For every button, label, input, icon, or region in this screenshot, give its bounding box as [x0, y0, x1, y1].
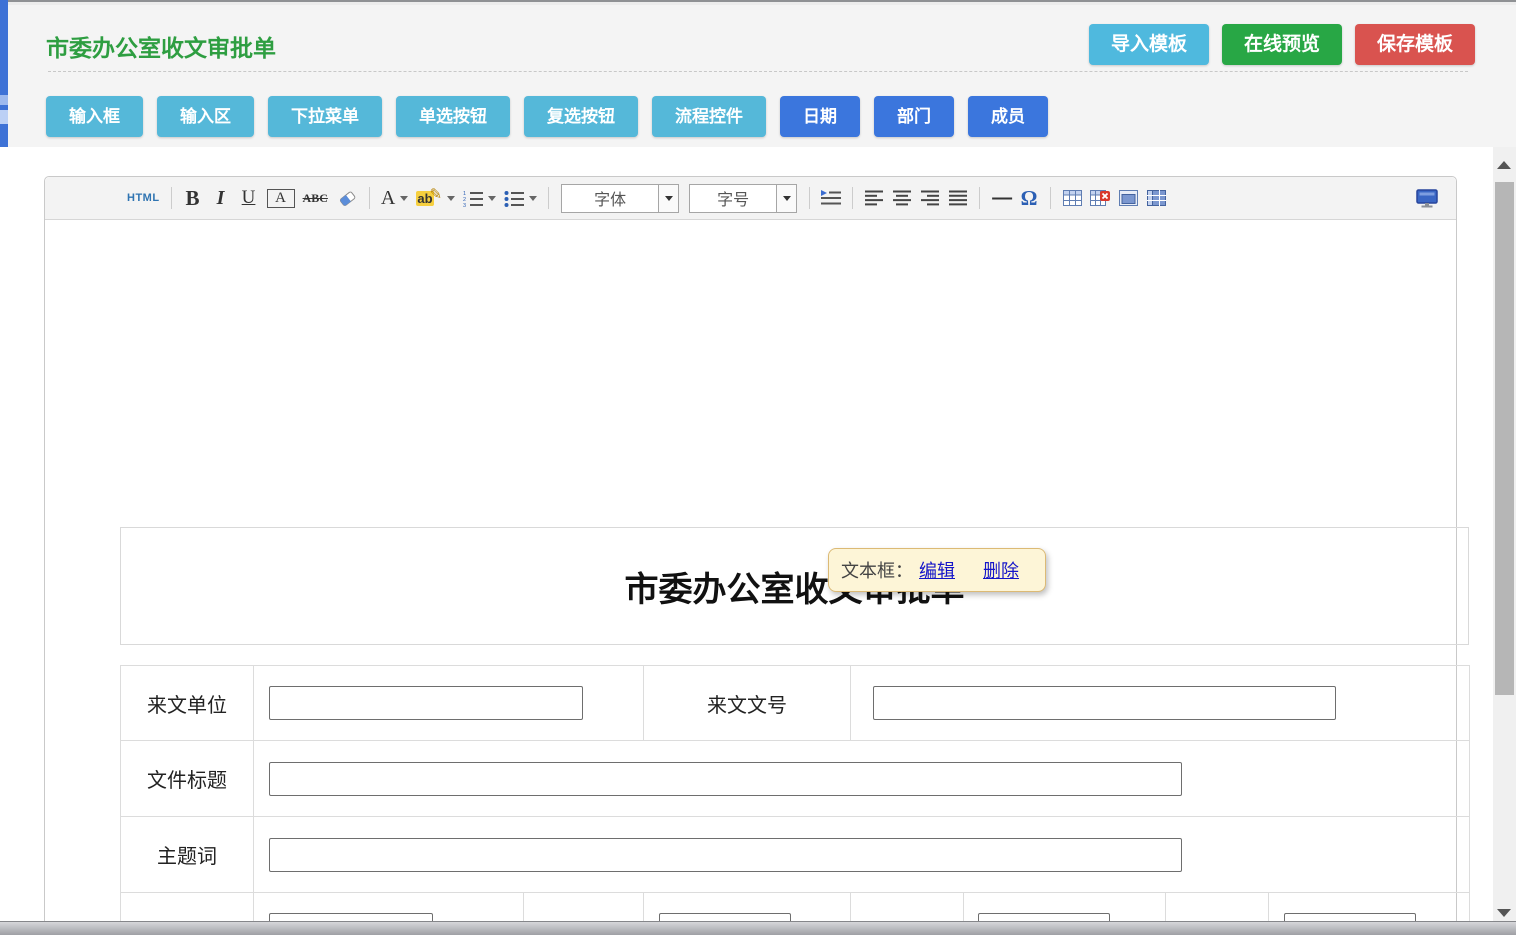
page-header: 市委办公室收文审批单 导入模板 在线预览 保存模板 输入框 输入区 下拉菜单 单… — [8, 5, 1516, 147]
rich-text-editor: HTML B I U A ABC A ab ✎ 1 2 3 — [44, 176, 1457, 935]
form-title-box: 市委办公室收文审批单 — [120, 527, 1469, 645]
toolbar-separator — [171, 187, 172, 209]
editor-toolbar: HTML B I U A ABC A ab ✎ 1 2 3 — [45, 177, 1456, 220]
toolbar-separator — [979, 187, 980, 209]
table-header-icon[interactable] — [1146, 184, 1166, 212]
add-checkbox-button[interactable]: 复选按钮 — [524, 96, 638, 137]
html-source-icon[interactable]: HTML — [127, 184, 160, 212]
chevron-down-icon[interactable] — [658, 185, 678, 212]
toolbar-separator — [369, 187, 370, 209]
doc-title-cell — [254, 741, 1470, 817]
approval-form-table: 来文单位 来文文号 文件标题 主题词 收文编号 密 — [120, 665, 1470, 935]
chevron-down-icon — [447, 196, 455, 201]
add-radio-button[interactable]: 单选按钮 — [396, 96, 510, 137]
insert-table-icon[interactable] — [1062, 184, 1082, 212]
window-top-border-light — [0, 2, 1516, 5]
fullscreen-icon[interactable] — [1416, 184, 1438, 212]
add-date-button[interactable]: 日期 — [780, 96, 860, 137]
underline-icon[interactable]: U — [239, 184, 259, 212]
doc-title-label: 文件标题 — [121, 741, 254, 817]
toolbar-separator — [809, 187, 810, 209]
source-unit-input[interactable] — [269, 686, 583, 720]
chevron-down-icon — [529, 196, 537, 201]
table-row: 主题词 — [121, 817, 1470, 893]
browser-side-strip — [0, 0, 8, 147]
delete-table-icon[interactable] — [1090, 184, 1110, 212]
add-department-button[interactable]: 部门 — [874, 96, 954, 137]
header-divider — [48, 71, 1468, 72]
doc-number-cell — [851, 666, 1470, 741]
widget-toolbar: 输入框 输入区 下拉菜单 单选按钮 复选按钮 流程控件 日期 部门 成员 — [46, 96, 1048, 137]
keywords-cell — [254, 817, 1470, 893]
align-right-icon[interactable] — [920, 184, 940, 212]
add-flow-control-button[interactable]: 流程控件 — [652, 96, 766, 137]
eraser-icon[interactable] — [336, 184, 358, 212]
window-bottom-edge — [0, 921, 1516, 935]
table-row: 来文单位 来文文号 — [121, 666, 1470, 741]
source-unit-cell — [254, 666, 644, 741]
strikethrough-icon[interactable]: ABC — [303, 184, 328, 212]
template-actions: 导入模板 在线预览 保存模板 — [1089, 24, 1475, 65]
bold-icon[interactable]: B — [183, 184, 203, 212]
italic-icon[interactable]: I — [211, 184, 231, 212]
cell-properties-icon[interactable] — [1118, 184, 1138, 212]
add-input-box-button[interactable]: 输入框 — [46, 96, 143, 137]
font-block-icon[interactable]: A — [267, 189, 295, 208]
unordered-list-icon[interactable] — [504, 184, 537, 212]
indent-icon[interactable] — [821, 184, 841, 212]
scrollbar-thumb[interactable] — [1495, 182, 1514, 695]
special-character-icon[interactable]: Ω — [1019, 184, 1039, 212]
source-unit-label: 来文单位 — [121, 666, 254, 741]
ordered-list-icon[interactable]: 1 2 3 — [463, 184, 496, 212]
doc-number-input[interactable] — [873, 686, 1336, 720]
font-size-select[interactable]: 字号 — [689, 184, 797, 213]
side-strip-mark — [0, 95, 8, 105]
horizontal-rule-icon[interactable]: — — [991, 184, 1011, 212]
align-justify-icon[interactable] — [948, 184, 968, 212]
chevron-down-icon — [488, 196, 496, 201]
font-family-select[interactable]: 字体 — [561, 184, 679, 213]
font-color-icon[interactable]: A — [381, 184, 408, 212]
side-strip-mark — [0, 110, 8, 124]
keywords-label: 主题词 — [121, 817, 254, 893]
scroll-up-arrow-icon[interactable] — [1497, 161, 1511, 169]
vertical-scrollbar[interactable] — [1493, 147, 1516, 935]
doc-title-input[interactable] — [269, 762, 1182, 796]
online-preview-button[interactable]: 在线预览 — [1222, 24, 1342, 65]
toolbar-separator — [548, 187, 549, 209]
chevron-down-icon[interactable] — [776, 185, 796, 212]
align-left-icon[interactable] — [864, 184, 884, 212]
tooltip-label: 文本框： — [841, 557, 913, 583]
align-center-icon[interactable] — [892, 184, 912, 212]
chevron-down-icon — [400, 196, 408, 201]
textbox-action-tooltip: 文本框： 编辑 删除 — [828, 548, 1046, 592]
svg-text:3: 3 — [463, 203, 466, 207]
add-member-button[interactable]: 成员 — [968, 96, 1048, 137]
doc-number-label: 来文文号 — [644, 666, 851, 741]
delete-textbox-link[interactable]: 删除 — [983, 557, 1019, 583]
toolbar-separator — [852, 187, 853, 209]
import-template-button[interactable]: 导入模板 — [1089, 24, 1209, 65]
keywords-input[interactable] — [269, 838, 1182, 872]
table-row: 文件标题 — [121, 741, 1470, 817]
save-template-button[interactable]: 保存模板 — [1355, 24, 1475, 65]
highlight-color-icon[interactable]: ab ✎ — [416, 184, 455, 212]
page-title: 市委办公室收文审批单 — [46, 29, 276, 63]
toolbar-separator — [1050, 187, 1051, 209]
add-dropdown-button[interactable]: 下拉菜单 — [268, 96, 382, 137]
scroll-down-arrow-icon[interactable] — [1497, 909, 1511, 917]
add-input-area-button[interactable]: 输入区 — [157, 96, 254, 137]
edit-textbox-link[interactable]: 编辑 — [919, 557, 955, 583]
